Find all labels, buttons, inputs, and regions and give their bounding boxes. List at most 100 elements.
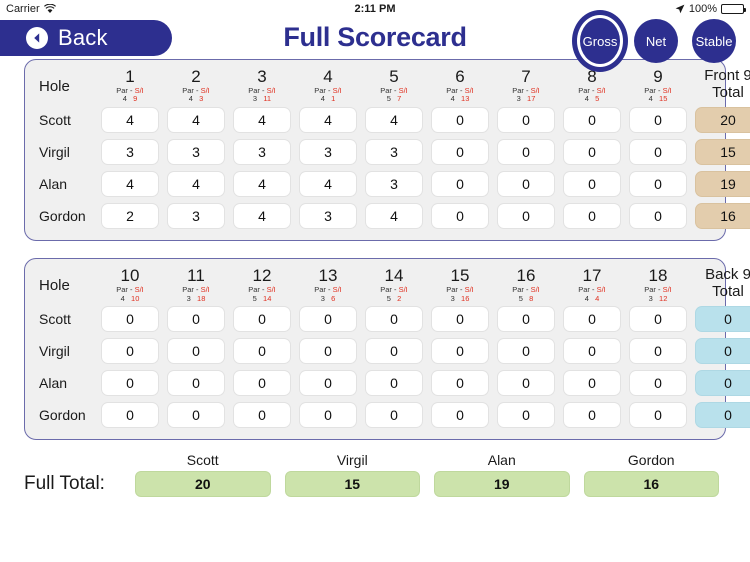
back-score-3-11[interactable]: 0 (167, 402, 225, 429)
back-score-1-12[interactable]: 0 (233, 338, 291, 365)
back-score-3-18[interactable]: 0 (629, 402, 687, 429)
mode-button-gross[interactable]: Gross (580, 18, 620, 64)
front-score-0-4[interactable]: 4 (299, 107, 357, 134)
back-score-1-13[interactable]: 0 (299, 338, 357, 365)
front-score-3-3[interactable]: 4 (233, 203, 291, 230)
back-score-2-11[interactable]: 0 (167, 370, 225, 397)
back-score-3-12[interactable]: 0 (233, 402, 291, 429)
front-score-3-8[interactable]: 0 (563, 203, 621, 230)
front-score-3-5[interactable]: 4 (365, 203, 423, 230)
back-score-1-17[interactable]: 0 (563, 338, 621, 365)
front-score-2-3[interactable]: 4 (233, 171, 291, 198)
front-score-2-9[interactable]: 0 (629, 171, 687, 198)
front-score-3-4[interactable]: 3 (299, 203, 357, 230)
back-score-2-10[interactable]: 0 (101, 370, 159, 397)
front-score-1-7[interactable]: 0 (497, 139, 555, 166)
back-score-2-14[interactable]: 0 (365, 370, 423, 397)
front-score-2-2[interactable]: 4 (167, 171, 225, 198)
back-score-3-17[interactable]: 0 (563, 402, 621, 429)
back-score-1-16[interactable]: 0 (497, 338, 555, 365)
back-score-1-10[interactable]: 0 (101, 338, 159, 365)
front-score-1-8[interactable]: 0 (563, 139, 621, 166)
back-hole-number-15: 15 (450, 266, 470, 286)
back-score-1-15[interactable]: 0 (431, 338, 489, 365)
front-score-2-7[interactable]: 0 (497, 171, 555, 198)
back-score-0-14[interactable]: 0 (365, 306, 423, 333)
front-score-1-4[interactable]: 3 (299, 139, 357, 166)
front-score-0-2[interactable]: 4 (167, 107, 225, 134)
back-hole-header-12: 12 Par - S/I 5 14 (229, 265, 295, 303)
front-score-2-1[interactable]: 4 (101, 171, 159, 198)
back-score-2-12[interactable]: 0 (233, 370, 291, 397)
back-score-2-15[interactable]: 0 (431, 370, 489, 397)
front-player-name-2: Alan (39, 176, 68, 193)
front-score-0-5[interactable]: 4 (365, 107, 423, 134)
back-score-0-17[interactable]: 0 (563, 306, 621, 333)
back-score-1-18[interactable]: 0 (629, 338, 687, 365)
front-hole-number-3: 3 (257, 67, 267, 86)
back-score-2-17[interactable]: 0 (563, 370, 621, 397)
back-score-0-12[interactable]: 0 (233, 306, 291, 333)
front-parsi-9: Par - S/I 4 15 (644, 85, 672, 104)
front-score-2-5[interactable]: 3 (365, 171, 423, 198)
front-score-3-1[interactable]: 2 (101, 203, 159, 230)
front-score-0-8[interactable]: 0 (563, 107, 621, 134)
back-score-1-11[interactable]: 0 (167, 338, 225, 365)
front-score-2-6[interactable]: 0 (431, 171, 489, 198)
front-nine-table: Hole 1 Par - S/I 4 9 2 Par - S/I 4 3 3 P… (35, 66, 750, 232)
front-nine-header-row: Hole 1 Par - S/I 4 9 2 Par - S/I 4 3 3 P… (35, 66, 750, 104)
front-score-0-9[interactable]: 0 (629, 107, 687, 134)
mode-button-net-label: Net (645, 33, 667, 49)
front-score-1-9[interactable]: 0 (629, 139, 687, 166)
back-total-header: Back 9 Total (705, 265, 750, 301)
mode-button-net[interactable]: Net (634, 19, 678, 63)
back-score-1-14[interactable]: 0 (365, 338, 423, 365)
back-score-0-15[interactable]: 0 (431, 306, 489, 333)
back-score-2-18[interactable]: 0 (629, 370, 687, 397)
back-score-0-16[interactable]: 0 (497, 306, 555, 333)
full-total-value-1: 15 (284, 471, 420, 498)
back-score-2-16[interactable]: 0 (497, 370, 555, 397)
front-score-0-1[interactable]: 4 (101, 107, 159, 134)
back-score-3-10[interactable]: 0 (101, 402, 159, 429)
back-score-0-13[interactable]: 0 (299, 306, 357, 333)
front-score-1-2[interactable]: 3 (167, 139, 225, 166)
back-parsi-14: Par - S/I 5 2 (380, 284, 408, 303)
front-score-3-7[interactable]: 0 (497, 203, 555, 230)
table-row: Gordon 0 0 0 0 0 0 0 0 0 0 (35, 399, 750, 431)
front-hole-header-8: 8 Par - S/I 4 5 (559, 66, 625, 104)
back-score-2-13[interactable]: 0 (299, 370, 357, 397)
back-parsi-16: Par - S/I 5 8 (512, 284, 540, 303)
front-score-3-6[interactable]: 0 (431, 203, 489, 230)
full-total-player-0: Scott (186, 452, 219, 469)
back-score-0-11[interactable]: 0 (167, 306, 225, 333)
front-parsi-8: Par - S/I 4 5 (578, 85, 606, 104)
front-score-1-5[interactable]: 3 (365, 139, 423, 166)
front-score-3-2[interactable]: 3 (167, 203, 225, 230)
front-score-1-1[interactable]: 3 (101, 139, 159, 166)
front-score-1-6[interactable]: 0 (431, 139, 489, 166)
front-total-0: 20 (695, 107, 750, 134)
front-score-2-4[interactable]: 4 (299, 171, 357, 198)
back-score-3-13[interactable]: 0 (299, 402, 357, 429)
front-hole-number-4: 4 (323, 67, 333, 86)
back-score-3-16[interactable]: 0 (497, 402, 555, 429)
mode-button-stable[interactable]: Stable (692, 19, 736, 63)
front-score-3-9[interactable]: 0 (629, 203, 687, 230)
front-score-1-3[interactable]: 3 (233, 139, 291, 166)
navigation-bar: Back Full Scorecard Gross Net Stable (0, 17, 750, 64)
back-hole-number-11: 11 (187, 266, 205, 286)
back-score-3-15[interactable]: 0 (431, 402, 489, 429)
front-score-0-6[interactable]: 0 (431, 107, 489, 134)
back-score-0-10[interactable]: 0 (101, 306, 159, 333)
back-player-name-3: Gordon (39, 407, 86, 424)
front-player-name-1: Virgil (39, 144, 70, 161)
front-score-0-3[interactable]: 4 (233, 107, 291, 134)
back-score-3-14[interactable]: 0 (365, 402, 423, 429)
back-score-0-18[interactable]: 0 (629, 306, 687, 333)
back-parsi-10: Par - S/I 4 10 (116, 284, 144, 303)
front-score-2-8[interactable]: 0 (563, 171, 621, 198)
back-nine-table: Hole 10 Par - S/I 4 10 11 Par - S/I 3 18 (35, 265, 750, 431)
back-player-name-1: Virgil (39, 343, 70, 360)
front-score-0-7[interactable]: 0 (497, 107, 555, 134)
